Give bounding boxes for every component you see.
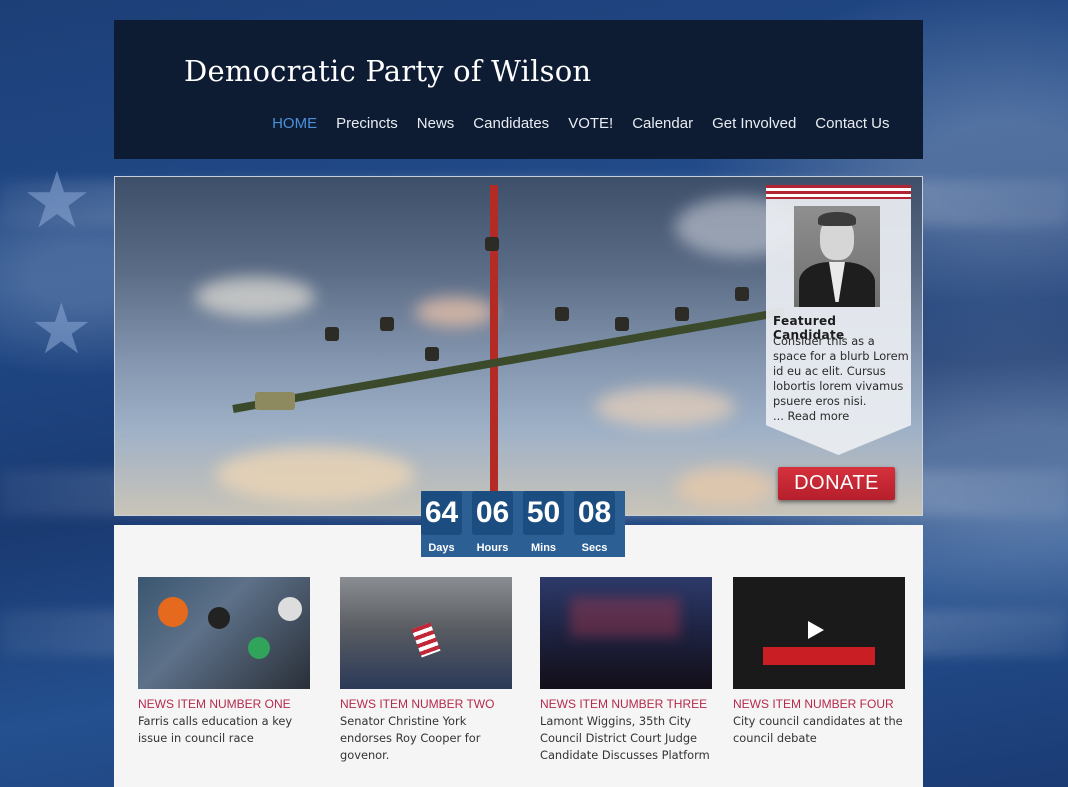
nav-item-precincts[interactable]: Precincts <box>327 115 408 132</box>
news-image[interactable] <box>138 577 310 689</box>
featured-candidate-card: Featured Candidate Consider this as a sp… <box>766 185 911 455</box>
nav-item-calendar[interactable]: Calendar <box>623 115 703 132</box>
countdown-mins: 50 Mins <box>523 491 574 557</box>
read-more-link[interactable]: ... Read more <box>773 409 849 423</box>
countdown-timer: 64 Days 06 Hours 50 Mins 08 Secs <box>421 491 625 557</box>
countdown-label: Mins <box>530 542 557 554</box>
star-icon: ★ <box>30 288 93 370</box>
countdown-days: 64 Days <box>421 491 472 557</box>
main-nav: HOME Precincts News Candidates VOTE! Cal… <box>263 115 899 132</box>
play-icon[interactable] <box>808 621 824 639</box>
microphone-icon <box>278 597 302 621</box>
countdown-label: Secs <box>581 542 608 554</box>
debate-stage <box>763 647 875 665</box>
microphone-icon <box>158 597 188 627</box>
nav-item-get-involved[interactable]: Get Involved <box>703 115 806 132</box>
countdown-value: 08 <box>574 491 615 535</box>
candidate-photo[interactable] <box>794 206 880 307</box>
nav-item-home[interactable]: HOME <box>263 115 327 132</box>
whirligig-vane <box>675 307 689 321</box>
news-summary: Lamont Wiggins, 35th City Council Distri… <box>540 714 710 762</box>
news-headline[interactable]: NEWS ITEM NUMBER ONE <box>138 697 318 711</box>
news-headline[interactable]: NEWS ITEM NUMBER FOUR <box>733 697 913 711</box>
countdown-value: 64 <box>421 491 462 535</box>
countdown-value: 06 <box>472 491 513 535</box>
news-item[interactable]: NEWS ITEM NUMBER ONE Farris calls educat… <box>138 577 318 747</box>
nav-item-vote[interactable]: VOTE! <box>559 115 623 132</box>
news-item[interactable]: NEWS ITEM NUMBER TWO Senator Christine Y… <box>340 577 520 764</box>
donate-button[interactable]: DONATE <box>778 467 895 500</box>
featured-blurb-text: Consider this as a space for a blurb Lor… <box>773 334 909 408</box>
whirligig-vane <box>615 317 629 331</box>
whirligig-vane <box>380 317 394 331</box>
news-item[interactable]: NEWS ITEM NUMBER FOUR City council candi… <box>733 577 913 747</box>
countdown-label: Days <box>428 542 455 554</box>
featured-blurb: Consider this as a space for a blurb Lor… <box>773 334 909 424</box>
microphone-icon <box>248 637 270 659</box>
news-headline[interactable]: NEWS ITEM NUMBER TWO <box>340 697 520 711</box>
cloud-shape <box>595 387 735 427</box>
news-summary: City council candidates at the council d… <box>733 714 903 745</box>
star-icon: ★ <box>22 156 92 246</box>
countdown-secs: 08 Secs <box>574 491 625 557</box>
whirligig-vane <box>485 237 499 251</box>
whirligig-arrow <box>255 392 295 410</box>
site-header: Democratic Party of Wilson HOME Precinct… <box>114 20 923 159</box>
cloud-shape <box>415 297 495 327</box>
cloud-shape <box>675 467 775 507</box>
news-section: NEWS ITEM NUMBER ONE Farris calls educat… <box>114 525 923 787</box>
countdown-hours: 06 Hours <box>472 491 523 557</box>
site-title[interactable]: Democratic Party of Wilson <box>184 54 591 88</box>
nav-item-contact-us[interactable]: Contact Us <box>806 115 899 132</box>
news-item[interactable]: NEWS ITEM NUMBER THREE Lamont Wiggins, 3… <box>540 577 720 764</box>
flag-icon <box>411 622 441 658</box>
countdown-label: Hours <box>476 542 509 554</box>
news-summary: Farris calls education a key issue in co… <box>138 714 293 745</box>
cloud-shape <box>215 447 415 502</box>
hero-image: Featured Candidate Consider this as a sp… <box>114 176 923 516</box>
whirligig-vane <box>735 287 749 301</box>
stage-lights <box>570 597 680 637</box>
flag-stripes <box>766 185 911 199</box>
whirligig-vane <box>325 327 339 341</box>
news-image[interactable] <box>340 577 512 689</box>
whirligig-pole <box>490 185 498 515</box>
nav-item-news[interactable]: News <box>407 115 464 132</box>
news-summary: Senator Christine York endorses Roy Coop… <box>340 714 481 762</box>
microphone-icon <box>208 607 230 629</box>
nav-item-candidates[interactable]: Candidates <box>464 115 559 132</box>
whirligig-vane <box>425 347 439 361</box>
cloud-shape <box>195 277 315 317</box>
candidate-photo-hair <box>818 212 856 226</box>
news-headline[interactable]: NEWS ITEM NUMBER THREE <box>540 697 720 711</box>
news-image[interactable] <box>540 577 712 689</box>
countdown-value: 50 <box>523 491 564 535</box>
whirligig-vane <box>555 307 569 321</box>
news-image[interactable] <box>733 577 905 689</box>
